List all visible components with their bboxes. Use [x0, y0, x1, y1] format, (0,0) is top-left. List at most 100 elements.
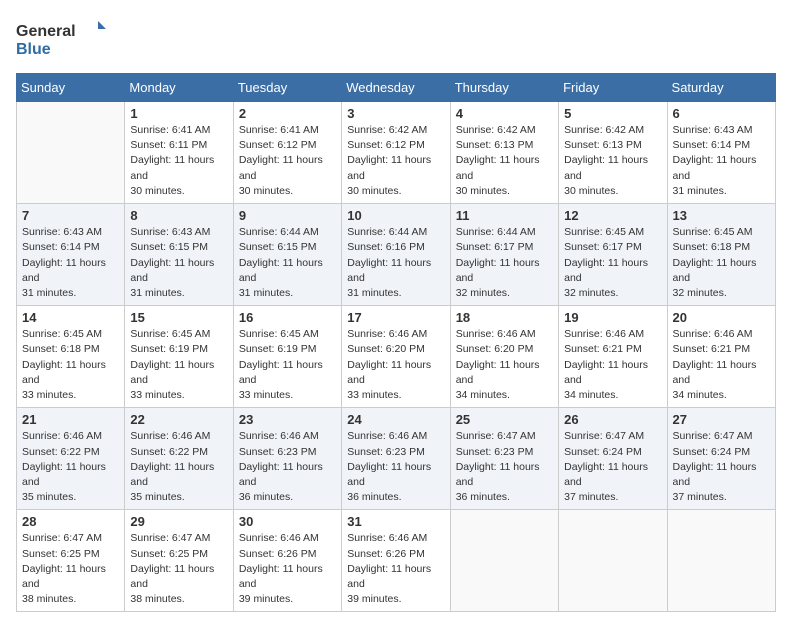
calendar-week-row: 28Sunrise: 6:47 AMSunset: 6:25 PMDayligh… [17, 510, 776, 612]
calendar-day-cell: 11Sunrise: 6:44 AMSunset: 6:17 PMDayligh… [450, 204, 558, 306]
day-number: 22 [130, 412, 227, 427]
day-detail: Sunrise: 6:41 AMSunset: 6:12 PMDaylight:… [239, 123, 336, 199]
calendar-day-cell [450, 510, 558, 612]
day-detail: Sunrise: 6:44 AMSunset: 6:15 PMDaylight:… [239, 225, 336, 301]
calendar-week-row: 21 Sunrise: 6:46 AMSunset: 6:22 PMDayligh… [17, 408, 776, 510]
day-detail: Sunrise: 6:47 AMSunset: 6:24 PMDaylight:… [564, 429, 661, 505]
day-number: 30 [239, 514, 336, 529]
day-detail: Sunrise: 6:43 AMSunset: 6:14 PMDaylight:… [673, 123, 770, 199]
day-number: 2 [239, 106, 336, 121]
calendar-week-row: 14 Sunrise: 6:45 AMSunset: 6:18 PMDayligh… [17, 306, 776, 408]
day-detail: Sunrise: 6:46 AMSunset: 6:22 PMDaylight:… [22, 429, 119, 505]
day-number: 12 [564, 208, 661, 223]
day-number: 17 [347, 310, 444, 325]
calendar-day-cell: 2 Sunrise: 6:41 AMSunset: 6:12 PMDaylight… [233, 102, 341, 204]
calendar-day-cell: 31 Sunrise: 6:46 AMSunset: 6:26 PMDayligh… [342, 510, 450, 612]
day-detail: Sunrise: 6:46 AMSunset: 6:21 PMDaylight:… [564, 327, 661, 403]
calendar-week-row: 1 Sunrise: 6:41 AMSunset: 6:11 PMDaylight… [17, 102, 776, 204]
calendar-day-cell: 12 Sunrise: 6:45 AMSunset: 6:17 PMDayligh… [559, 204, 667, 306]
day-detail: Sunrise: 6:46 AMSunset: 6:23 PMDaylight:… [239, 429, 336, 505]
day-number: 9 [239, 208, 336, 223]
day-detail: Sunrise: 6:45 AMSunset: 6:19 PMDaylight:… [239, 327, 336, 403]
day-number: 25 [456, 412, 553, 427]
calendar-day-cell: 29 Sunrise: 6:47 AMSunset: 6:25 PMDayligh… [125, 510, 233, 612]
calendar-week-row: 7 Sunrise: 6:43 AMSunset: 6:14 PMDaylight… [17, 204, 776, 306]
day-detail: Sunrise: 6:43 AMSunset: 6:15 PMDaylight:… [130, 225, 227, 301]
day-number: 27 [673, 412, 770, 427]
day-detail: Sunrise: 6:43 AMSunset: 6:14 PMDaylight:… [22, 225, 119, 301]
calendar-day-cell: 24Sunrise: 6:46 AMSunset: 6:23 PMDayligh… [342, 408, 450, 510]
day-detail: Sunrise: 6:44 AMSunset: 6:17 PMDaylight:… [456, 225, 553, 301]
day-number: 3 [347, 106, 444, 121]
day-detail: Sunrise: 6:46 AMSunset: 6:26 PMDaylight:… [239, 531, 336, 607]
column-header-thursday: Thursday [450, 74, 558, 102]
day-detail: Sunrise: 6:46 AMSunset: 6:20 PMDaylight:… [347, 327, 444, 403]
column-header-saturday: Saturday [667, 74, 775, 102]
calendar-day-cell: 15Sunrise: 6:45 AMSunset: 6:19 PMDayligh… [125, 306, 233, 408]
day-detail: Sunrise: 6:47 AMSunset: 6:24 PMDaylight:… [673, 429, 770, 505]
day-detail: Sunrise: 6:42 AMSunset: 6:13 PMDaylight:… [564, 123, 661, 199]
day-detail: Sunrise: 6:45 AMSunset: 6:18 PMDaylight:… [673, 225, 770, 301]
day-detail: Sunrise: 6:42 AMSunset: 6:13 PMDaylight:… [456, 123, 553, 199]
calendar-day-cell: 26 Sunrise: 6:47 AMSunset: 6:24 PMDayligh… [559, 408, 667, 510]
day-number: 29 [130, 514, 227, 529]
day-number: 14 [22, 310, 119, 325]
day-number: 24 [347, 412, 444, 427]
calendar-day-cell: 22 Sunrise: 6:46 AMSunset: 6:22 PMDayligh… [125, 408, 233, 510]
day-detail: Sunrise: 6:46 AMSunset: 6:26 PMDaylight:… [347, 531, 444, 607]
calendar-day-cell: 25 Sunrise: 6:47 AMSunset: 6:23 PMDayligh… [450, 408, 558, 510]
day-detail: Sunrise: 6:46 AMSunset: 6:20 PMDaylight:… [456, 327, 553, 403]
day-number: 13 [673, 208, 770, 223]
calendar-day-cell: 30 Sunrise: 6:46 AMSunset: 6:26 PMDayligh… [233, 510, 341, 612]
calendar-day-cell: 16 Sunrise: 6:45 AMSunset: 6:19 PMDayligh… [233, 306, 341, 408]
calendar-day-cell: 20 Sunrise: 6:46 AMSunset: 6:21 PMDayligh… [667, 306, 775, 408]
calendar-day-cell: 14 Sunrise: 6:45 AMSunset: 6:18 PMDayligh… [17, 306, 125, 408]
day-detail: Sunrise: 6:47 AMSunset: 6:25 PMDaylight:… [130, 531, 227, 607]
day-number: 4 [456, 106, 553, 121]
day-number: 6 [673, 106, 770, 121]
calendar-day-cell [559, 510, 667, 612]
day-number: 31 [347, 514, 444, 529]
page-header: General Blue [16, 16, 776, 61]
day-detail: Sunrise: 6:46 AMSunset: 6:22 PMDaylight:… [130, 429, 227, 505]
calendar-day-cell: 6 Sunrise: 6:43 AMSunset: 6:14 PMDaylight… [667, 102, 775, 204]
calendar-day-cell: 19Sunrise: 6:46 AMSunset: 6:21 PMDayligh… [559, 306, 667, 408]
day-number: 20 [673, 310, 770, 325]
day-number: 8 [130, 208, 227, 223]
day-number: 26 [564, 412, 661, 427]
calendar-day-cell: 3 Sunrise: 6:42 AMSunset: 6:12 PMDaylight… [342, 102, 450, 204]
calendar-header-row: SundayMondayTuesdayWednesdayThursdayFrid… [17, 74, 776, 102]
column-header-monday: Monday [125, 74, 233, 102]
day-detail: Sunrise: 6:46 AMSunset: 6:21 PMDaylight:… [673, 327, 770, 403]
day-detail: Sunrise: 6:41 AMSunset: 6:11 PMDaylight:… [130, 123, 227, 199]
calendar-day-cell: 8 Sunrise: 6:43 AMSunset: 6:15 PMDaylight… [125, 204, 233, 306]
calendar-day-cell: 28Sunrise: 6:47 AMSunset: 6:25 PMDayligh… [17, 510, 125, 612]
logo: General Blue [16, 16, 106, 61]
day-number: 10 [347, 208, 444, 223]
day-number: 21 [22, 412, 119, 427]
calendar-day-cell: 13 Sunrise: 6:45 AMSunset: 6:18 PMDayligh… [667, 204, 775, 306]
day-detail: Sunrise: 6:42 AMSunset: 6:12 PMDaylight:… [347, 123, 444, 199]
column-header-wednesday: Wednesday [342, 74, 450, 102]
calendar-day-cell: 27 Sunrise: 6:47 AMSunset: 6:24 PMDayligh… [667, 408, 775, 510]
calendar-day-cell [667, 510, 775, 612]
calendar-day-cell [17, 102, 125, 204]
day-detail: Sunrise: 6:47 AMSunset: 6:23 PMDaylight:… [456, 429, 553, 505]
column-header-sunday: Sunday [17, 74, 125, 102]
calendar-day-cell: 5Sunrise: 6:42 AMSunset: 6:13 PMDaylight… [559, 102, 667, 204]
day-number: 15 [130, 310, 227, 325]
svg-text:Blue: Blue [16, 41, 51, 58]
day-detail: Sunrise: 6:47 AMSunset: 6:25 PMDaylight:… [22, 531, 119, 607]
calendar-day-cell: 23 Sunrise: 6:46 AMSunset: 6:23 PMDayligh… [233, 408, 341, 510]
calendar-day-cell: 9 Sunrise: 6:44 AMSunset: 6:15 PMDaylight… [233, 204, 341, 306]
day-number: 23 [239, 412, 336, 427]
calendar-day-cell: 1 Sunrise: 6:41 AMSunset: 6:11 PMDaylight… [125, 102, 233, 204]
calendar-day-cell: 17 Sunrise: 6:46 AMSunset: 6:20 PMDayligh… [342, 306, 450, 408]
day-detail: Sunrise: 6:44 AMSunset: 6:16 PMDaylight:… [347, 225, 444, 301]
day-number: 7 [22, 208, 119, 223]
day-number: 1 [130, 106, 227, 121]
day-detail: Sunrise: 6:45 AMSunset: 6:17 PMDaylight:… [564, 225, 661, 301]
column-header-tuesday: Tuesday [233, 74, 341, 102]
day-detail: Sunrise: 6:45 AMSunset: 6:18 PMDaylight:… [22, 327, 119, 403]
day-number: 16 [239, 310, 336, 325]
